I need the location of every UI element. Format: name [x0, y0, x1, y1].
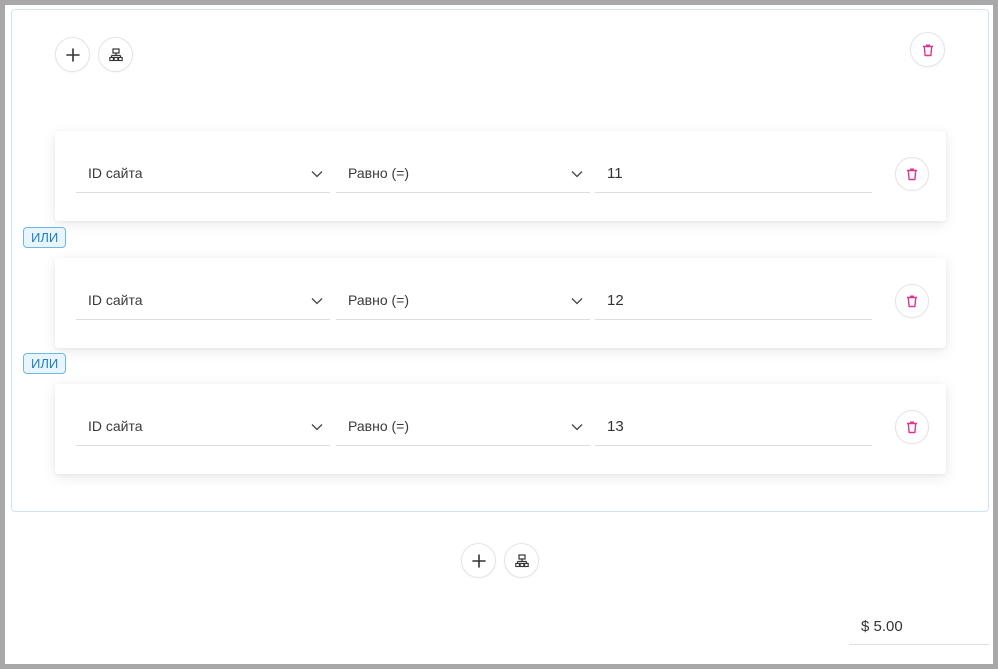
field-select[interactable]: ID сайта [76, 280, 330, 320]
add-condition-button[interactable] [55, 37, 90, 72]
operator-select-value: Равно (=) [348, 165, 410, 181]
chevron-down-icon [311, 171, 323, 178]
operator-select-value: Равно (=) [348, 292, 410, 308]
field-select[interactable]: ID сайта [76, 406, 330, 446]
operator-select-value: Равно (=) [348, 418, 410, 434]
price-value: $ 5.00 [861, 618, 903, 635]
value-input[interactable]: 13 [595, 406, 872, 446]
value-input-text: 13 [607, 418, 624, 435]
trash-icon [922, 44, 933, 56]
chevron-down-icon [571, 424, 583, 431]
chevron-down-icon [571, 298, 583, 305]
trash-icon [907, 295, 917, 308]
or-connector-badge: ИЛИ [23, 227, 67, 248]
delete-rule-button[interactable] [895, 410, 929, 444]
trash-icon [907, 168, 917, 181]
operator-select[interactable]: Равно (=) [336, 406, 590, 446]
rule-row: ID сайта Равно (=) 11 [55, 131, 946, 221]
chevron-down-icon [571, 171, 583, 178]
price-input[interactable]: $ 5.00 [849, 612, 989, 645]
field-select[interactable]: ID сайта [76, 153, 330, 193]
hierarchy-icon [514, 553, 529, 567]
value-input[interactable]: 12 [595, 280, 872, 320]
add-subgroup-button-bottom[interactable] [504, 543, 539, 578]
chevron-down-icon [311, 298, 323, 305]
value-input-text: 11 [607, 165, 623, 182]
delete-rule-button[interactable] [895, 284, 929, 318]
field-select-value: ID сайта [88, 418, 143, 434]
plus-icon [65, 47, 80, 62]
chevron-down-icon [311, 424, 323, 431]
add-subgroup-button[interactable] [98, 37, 133, 72]
value-input-text: 12 [607, 292, 624, 309]
add-condition-button-bottom[interactable] [461, 543, 496, 578]
trash-icon [907, 421, 917, 434]
operator-select[interactable]: Равно (=) [336, 280, 590, 320]
hierarchy-icon [108, 47, 123, 61]
rule-row: ID сайта Равно (=) 13 [55, 384, 946, 474]
operator-select[interactable]: Равно (=) [336, 153, 590, 193]
field-select-value: ID сайта [88, 292, 143, 308]
value-input[interactable]: 11 [595, 153, 872, 193]
delete-group-button[interactable] [910, 32, 945, 67]
field-select-value: ID сайта [88, 165, 143, 181]
plus-icon [471, 553, 486, 568]
delete-rule-button[interactable] [895, 157, 929, 191]
or-connector-badge: ИЛИ [23, 353, 67, 374]
rule-row: ID сайта Равно (=) 12 [55, 258, 946, 348]
